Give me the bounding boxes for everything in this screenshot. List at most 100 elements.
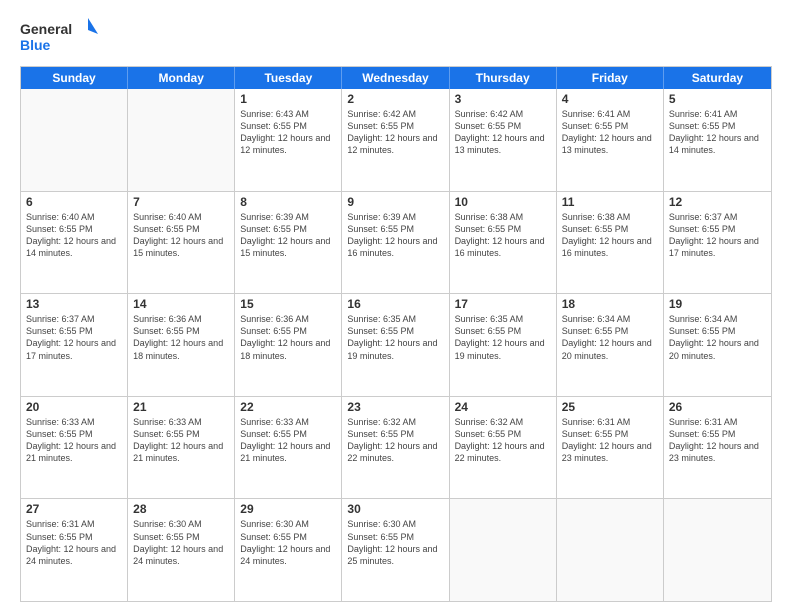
- calendar-header-day: Thursday: [450, 67, 557, 89]
- cell-info: Sunrise: 6:30 AMSunset: 6:55 PMDaylight:…: [347, 518, 443, 567]
- day-number: 27: [26, 502, 122, 516]
- day-number: 3: [455, 92, 551, 106]
- calendar-cell: 19 Sunrise: 6:34 AMSunset: 6:55 PMDayligh…: [664, 294, 771, 396]
- calendar-cell: 28 Sunrise: 6:30 AMSunset: 6:55 PMDayligh…: [128, 499, 235, 601]
- day-number: 5: [669, 92, 766, 106]
- cell-info: Sunrise: 6:30 AMSunset: 6:55 PMDaylight:…: [240, 518, 336, 567]
- day-number: 28: [133, 502, 229, 516]
- cell-info: Sunrise: 6:36 AMSunset: 6:55 PMDaylight:…: [133, 313, 229, 362]
- calendar-cell: 15 Sunrise: 6:36 AMSunset: 6:55 PMDayligh…: [235, 294, 342, 396]
- cell-info: Sunrise: 6:30 AMSunset: 6:55 PMDaylight:…: [133, 518, 229, 567]
- cell-info: Sunrise: 6:40 AMSunset: 6:55 PMDaylight:…: [133, 211, 229, 260]
- calendar-header-day: Saturday: [664, 67, 771, 89]
- day-number: 15: [240, 297, 336, 311]
- logo: General Blue: [20, 16, 100, 58]
- calendar-cell: 22 Sunrise: 6:33 AMSunset: 6:55 PMDayligh…: [235, 397, 342, 499]
- calendar-header-day: Tuesday: [235, 67, 342, 89]
- day-number: 19: [669, 297, 766, 311]
- calendar-row: 13 Sunrise: 6:37 AMSunset: 6:55 PMDayligh…: [21, 293, 771, 396]
- calendar-header-day: Friday: [557, 67, 664, 89]
- calendar-cell: [21, 89, 128, 191]
- calendar-row: 6 Sunrise: 6:40 AMSunset: 6:55 PMDaylight…: [21, 191, 771, 294]
- day-number: 13: [26, 297, 122, 311]
- cell-info: Sunrise: 6:39 AMSunset: 6:55 PMDaylight:…: [240, 211, 336, 260]
- calendar-cell: 9Sunrise: 6:39 AMSunset: 6:55 PMDaylight…: [342, 192, 449, 294]
- svg-text:Blue: Blue: [20, 37, 51, 53]
- day-number: 8: [240, 195, 336, 209]
- day-number: 12: [669, 195, 766, 209]
- day-number: 1: [240, 92, 336, 106]
- cell-info: Sunrise: 6:40 AMSunset: 6:55 PMDaylight:…: [26, 211, 122, 260]
- calendar-header-day: Wednesday: [342, 67, 449, 89]
- day-number: 6: [26, 195, 122, 209]
- cell-info: Sunrise: 6:34 AMSunset: 6:55 PMDaylight:…: [669, 313, 766, 362]
- cell-info: Sunrise: 6:41 AMSunset: 6:55 PMDaylight:…: [669, 108, 766, 157]
- generalblue-logo-icon: General Blue: [20, 16, 100, 58]
- calendar-row: 27 Sunrise: 6:31 AMSunset: 6:55 PMDayligh…: [21, 498, 771, 601]
- calendar-cell: 21Sunrise: 6:33 AMSunset: 6:55 PMDayligh…: [128, 397, 235, 499]
- day-number: 23: [347, 400, 443, 414]
- day-number: 29: [240, 502, 336, 516]
- day-number: 7: [133, 195, 229, 209]
- calendar-cell: 7 Sunrise: 6:40 AMSunset: 6:55 PMDaylight…: [128, 192, 235, 294]
- calendar-cell: [664, 499, 771, 601]
- cell-info: Sunrise: 6:32 AMSunset: 6:55 PMDaylight:…: [455, 416, 551, 465]
- day-number: 18: [562, 297, 658, 311]
- cell-info: Sunrise: 6:36 AMSunset: 6:55 PMDaylight:…: [240, 313, 336, 362]
- cell-info: Sunrise: 6:37 AMSunset: 6:55 PMDaylight:…: [26, 313, 122, 362]
- cell-info: Sunrise: 6:31 AMSunset: 6:55 PMDaylight:…: [26, 518, 122, 567]
- cell-info: Sunrise: 6:34 AMSunset: 6:55 PMDaylight:…: [562, 313, 658, 362]
- calendar-cell: 18 Sunrise: 6:34 AMSunset: 6:55 PMDayligh…: [557, 294, 664, 396]
- cell-info: Sunrise: 6:33 AMSunset: 6:55 PMDaylight:…: [26, 416, 122, 465]
- calendar-cell: [557, 499, 664, 601]
- day-number: 25: [562, 400, 658, 414]
- cell-info: Sunrise: 6:31 AMSunset: 6:55 PMDaylight:…: [669, 416, 766, 465]
- day-number: 14: [133, 297, 229, 311]
- calendar-cell: [128, 89, 235, 191]
- day-number: 21: [133, 400, 229, 414]
- day-number: 24: [455, 400, 551, 414]
- calendar-cell: 25 Sunrise: 6:31 AMSunset: 6:55 PMDayligh…: [557, 397, 664, 499]
- calendar-cell: 8 Sunrise: 6:39 AMSunset: 6:55 PMDaylight…: [235, 192, 342, 294]
- calendar-cell: 27 Sunrise: 6:31 AMSunset: 6:55 PMDayligh…: [21, 499, 128, 601]
- cell-info: Sunrise: 6:39 AMSunset: 6:55 PMDaylight:…: [347, 211, 443, 260]
- calendar-cell: 14 Sunrise: 6:36 AMSunset: 6:55 PMDayligh…: [128, 294, 235, 396]
- cell-info: Sunrise: 6:38 AMSunset: 6:55 PMDaylight:…: [455, 211, 551, 260]
- cell-info: Sunrise: 6:35 AMSunset: 6:55 PMDaylight:…: [347, 313, 443, 362]
- day-number: 10: [455, 195, 551, 209]
- page: General Blue SundayMondayTuesdayWednesda…: [0, 0, 792, 612]
- cell-info: Sunrise: 6:42 AMSunset: 6:55 PMDaylight:…: [455, 108, 551, 157]
- calendar-cell: [450, 499, 557, 601]
- cell-info: Sunrise: 6:35 AMSunset: 6:55 PMDaylight:…: [455, 313, 551, 362]
- calendar-cell: 30Sunrise: 6:30 AMSunset: 6:55 PMDayligh…: [342, 499, 449, 601]
- calendar-header: SundayMondayTuesdayWednesdayThursdayFrid…: [21, 67, 771, 89]
- day-number: 17: [455, 297, 551, 311]
- calendar-cell: 29 Sunrise: 6:30 AMSunset: 6:55 PMDayligh…: [235, 499, 342, 601]
- day-number: 22: [240, 400, 336, 414]
- cell-info: Sunrise: 6:31 AMSunset: 6:55 PMDaylight:…: [562, 416, 658, 465]
- calendar-cell: 4Sunrise: 6:41 AMSunset: 6:55 PMDaylight…: [557, 89, 664, 191]
- cell-info: Sunrise: 6:37 AMSunset: 6:55 PMDaylight:…: [669, 211, 766, 260]
- header: General Blue: [20, 16, 772, 58]
- calendar-cell: 13 Sunrise: 6:37 AMSunset: 6:55 PMDayligh…: [21, 294, 128, 396]
- calendar-cell: 17 Sunrise: 6:35 AMSunset: 6:55 PMDayligh…: [450, 294, 557, 396]
- calendar-cell: 20 Sunrise: 6:33 AMSunset: 6:55 PMDayligh…: [21, 397, 128, 499]
- day-number: 11: [562, 195, 658, 209]
- cell-info: Sunrise: 6:42 AMSunset: 6:55 PMDaylight:…: [347, 108, 443, 157]
- calendar-cell: 6 Sunrise: 6:40 AMSunset: 6:55 PMDaylight…: [21, 192, 128, 294]
- calendar-cell: 11Sunrise: 6:38 AMSunset: 6:55 PMDayligh…: [557, 192, 664, 294]
- calendar-cell: 24 Sunrise: 6:32 AMSunset: 6:55 PMDayligh…: [450, 397, 557, 499]
- cell-info: Sunrise: 6:41 AMSunset: 6:55 PMDaylight:…: [562, 108, 658, 157]
- calendar-cell: 2Sunrise: 6:42 AMSunset: 6:55 PMDaylight…: [342, 89, 449, 191]
- calendar-cell: 26Sunrise: 6:31 AMSunset: 6:55 PMDayligh…: [664, 397, 771, 499]
- calendar-cell: 1 Sunrise: 6:43 AMSunset: 6:55 PMDaylight…: [235, 89, 342, 191]
- day-number: 20: [26, 400, 122, 414]
- calendar-row: 20 Sunrise: 6:33 AMSunset: 6:55 PMDayligh…: [21, 396, 771, 499]
- calendar-cell: 10 Sunrise: 6:38 AMSunset: 6:55 PMDayligh…: [450, 192, 557, 294]
- cell-info: Sunrise: 6:33 AMSunset: 6:55 PMDaylight:…: [240, 416, 336, 465]
- calendar-cell: 12 Sunrise: 6:37 AMSunset: 6:55 PMDayligh…: [664, 192, 771, 294]
- calendar-header-day: Sunday: [21, 67, 128, 89]
- cell-info: Sunrise: 6:32 AMSunset: 6:55 PMDaylight:…: [347, 416, 443, 465]
- cell-info: Sunrise: 6:43 AMSunset: 6:55 PMDaylight:…: [240, 108, 336, 157]
- day-number: 16: [347, 297, 443, 311]
